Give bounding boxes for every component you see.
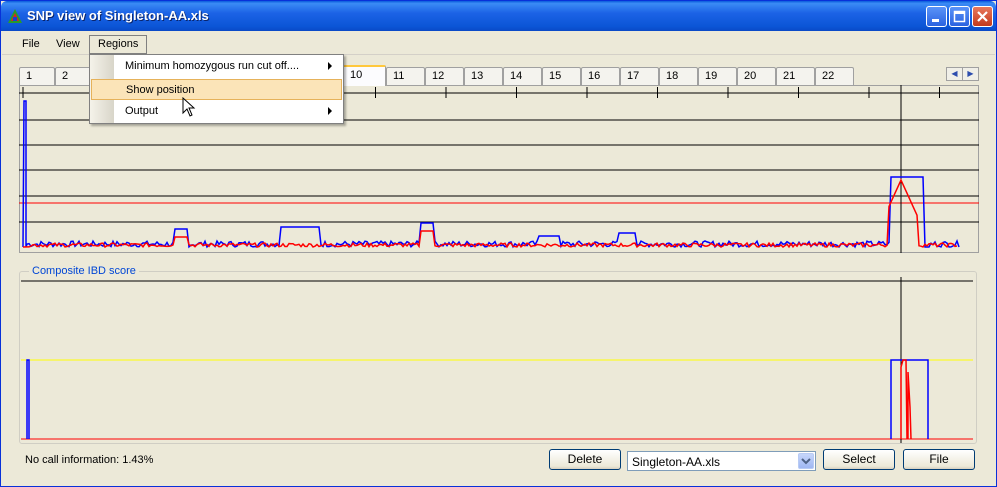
no-call-info: No call information: 1.43% bbox=[25, 454, 154, 466]
tab-chromosome-16[interactable]: 16 bbox=[581, 67, 620, 85]
menu-regions[interactable]: Regions bbox=[89, 35, 148, 54]
tab-chromosome-1[interactable]: 1 bbox=[19, 67, 55, 85]
file-button[interactable]: File bbox=[903, 449, 975, 470]
chevron-down-icon bbox=[801, 458, 811, 465]
composite-run-series-left bbox=[26, 359, 30, 439]
select-button[interactable]: Select bbox=[823, 449, 895, 470]
tab-chromosome-11[interactable]: 11 bbox=[386, 67, 425, 85]
tab-chromosome-20[interactable]: 20 bbox=[737, 67, 776, 85]
title-bar[interactable]: SNP view of Singleton-AA.xls bbox=[1, 1, 996, 31]
tab-chromosome-19[interactable]: 19 bbox=[698, 67, 737, 85]
tab-scroll-left-icon[interactable]: ◀ bbox=[946, 67, 963, 81]
tab-chromosome-2[interactable]: 2 bbox=[55, 67, 91, 85]
minimize-button[interactable] bbox=[926, 6, 947, 27]
dataset-select-toggle[interactable] bbox=[798, 453, 814, 469]
tab-chromosome-17[interactable]: 17 bbox=[620, 67, 659, 85]
dataset-select[interactable]: Singleton-AA.xls bbox=[627, 451, 816, 471]
menu-file[interactable]: File bbox=[14, 36, 48, 53]
regions-menu-item-label: Show position bbox=[126, 84, 195, 96]
delete-button[interactable]: Delete bbox=[549, 449, 621, 470]
submenu-arrow-icon bbox=[328, 62, 332, 70]
minimize-icon bbox=[932, 19, 939, 22]
composite-score-series bbox=[900, 359, 912, 440]
mouse-cursor-icon bbox=[182, 97, 196, 117]
regions-dropdown-menu: Minimum homozygous run cut off.... Show p… bbox=[89, 54, 344, 124]
submenu-arrow-icon bbox=[328, 107, 332, 115]
tab-scroll-right-icon[interactable]: ▶ bbox=[962, 67, 979, 81]
regions-menu-item-0[interactable]: Minimum homozygous run cut off.... bbox=[91, 56, 342, 77]
tab-chromosome-21[interactable]: 21 bbox=[776, 67, 815, 85]
snp-score-series bbox=[22, 178, 958, 249]
tab-chromosome-22[interactable]: 22 bbox=[815, 67, 854, 85]
window-title: SNP view of Singleton-AA.xls bbox=[27, 8, 209, 23]
maximize-icon bbox=[953, 10, 966, 23]
tab-chromosome-15[interactable]: 15 bbox=[542, 67, 581, 85]
dataset-select-value: Singleton-AA.xls bbox=[632, 455, 721, 469]
menu-view[interactable]: View bbox=[48, 36, 88, 53]
close-button[interactable] bbox=[972, 6, 993, 27]
regions-menu-item-label: Minimum homozygous run cut off.... bbox=[125, 60, 300, 72]
snp-view-window: SNP view of Singleton-AA.xls File View R… bbox=[0, 0, 997, 487]
tab-chromosome-14[interactable]: 14 bbox=[503, 67, 542, 85]
tab-chromosome-10[interactable]: 10 bbox=[343, 65, 386, 86]
tab-chromosome-13[interactable]: 13 bbox=[464, 67, 503, 85]
app-icon bbox=[8, 9, 22, 23]
regions-menu-item-2[interactable]: Output bbox=[91, 101, 342, 122]
regions-menu-item-label: Output bbox=[125, 105, 159, 117]
regions-menu-item-1[interactable]: Show position bbox=[91, 79, 342, 100]
composite-ibd-label: Composite IBD score bbox=[29, 265, 139, 277]
menu-bar: File View Regions bbox=[2, 33, 995, 55]
tab-chromosome-12[interactable]: 12 bbox=[425, 67, 464, 85]
maximize-button[interactable] bbox=[949, 6, 970, 27]
close-icon bbox=[977, 11, 988, 22]
composite-ibd-plot[interactable] bbox=[21, 277, 977, 443]
tab-chromosome-18[interactable]: 18 bbox=[659, 67, 698, 85]
